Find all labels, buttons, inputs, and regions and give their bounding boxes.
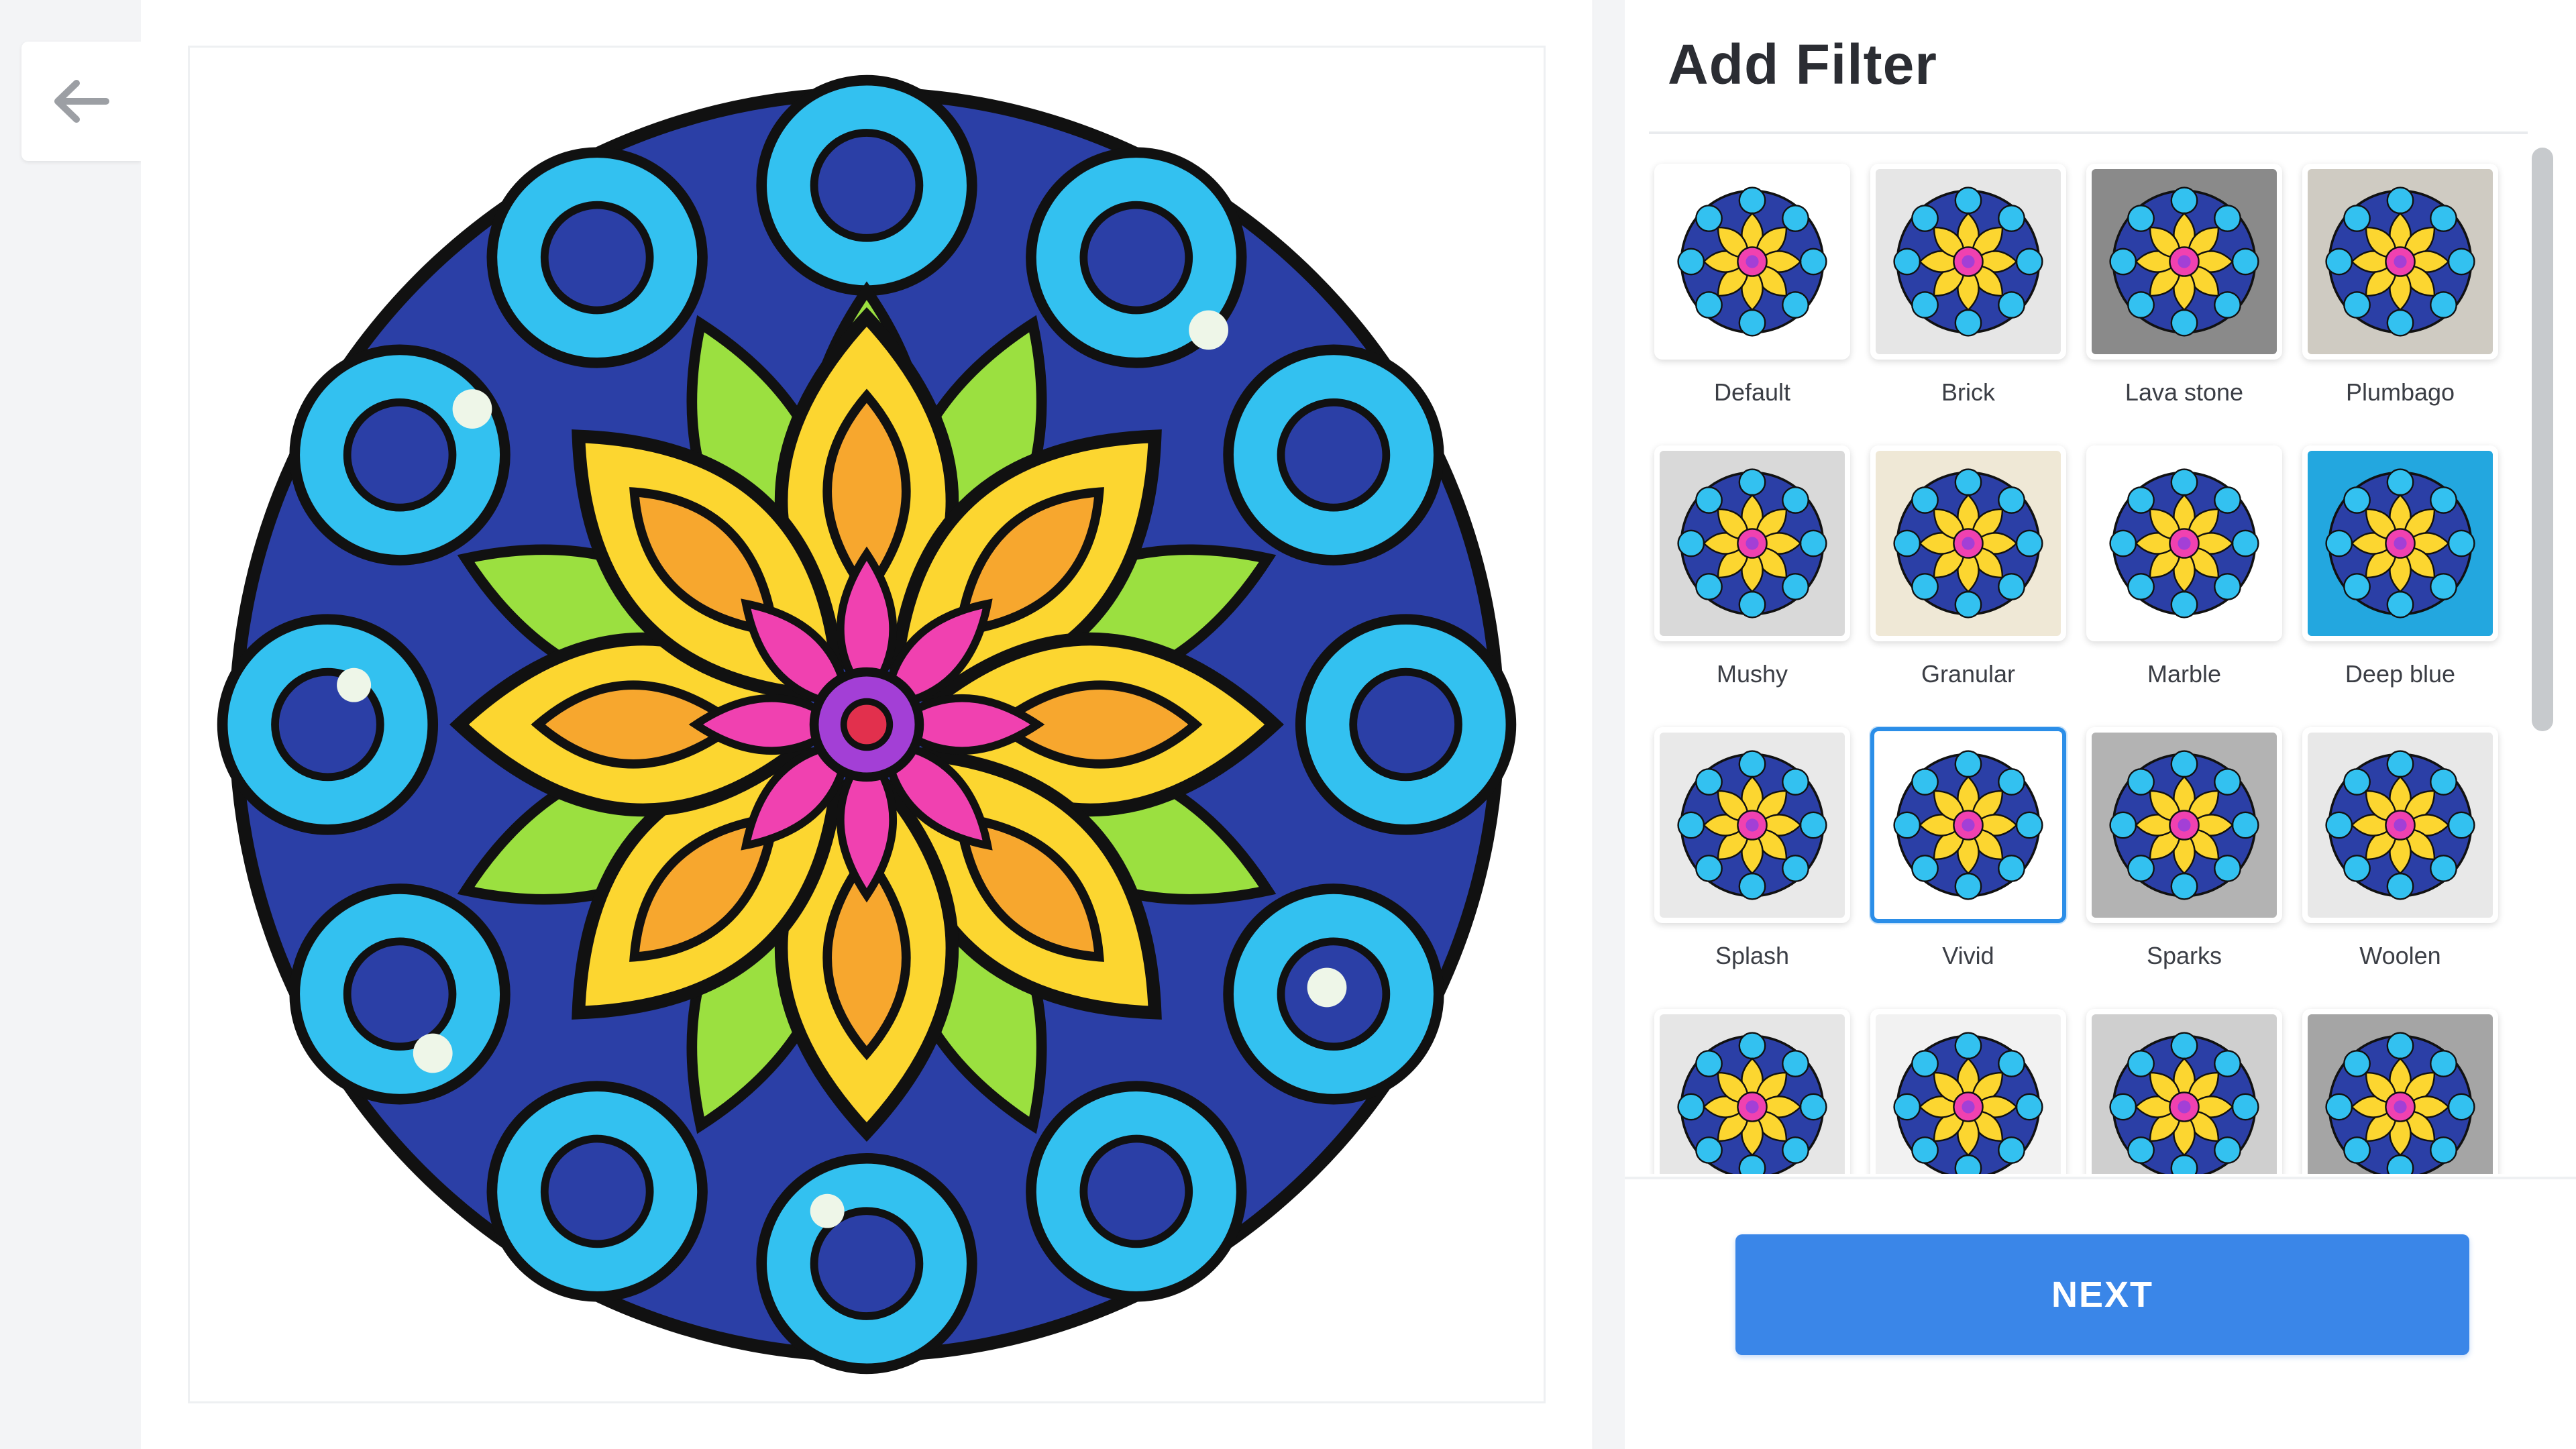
filter-preview-background [2092,1014,2277,1174]
filter-label: Splash [1715,942,1790,969]
filter-option-mushy[interactable]: Mushy [1654,445,1850,727]
filter-thumbnail[interactable] [2302,1009,2498,1174]
filter-option-brick[interactable]: Brick [1870,164,2066,445]
filter-thumbnail[interactable] [2086,164,2282,360]
filter-preview-background [1876,169,2061,354]
filter-preview-background [2092,733,2277,918]
footer-divider [1625,1177,2576,1179]
filter-label: Brick [1941,378,1995,406]
filter-preview-background [2308,1014,2493,1174]
filter-preview-image [1672,745,1833,906]
filter-preview-image [1888,463,2049,624]
filter-label: Sparks [2146,942,2222,969]
filter-thumbnail[interactable] [2086,445,2282,641]
filter-preview-image [2104,463,2265,624]
filter-thumbnail[interactable] [2302,164,2498,360]
filter-preview-background [2092,169,2277,354]
filter-preview-image [1888,745,2049,906]
filter-thumbnail[interactable] [2302,445,2498,641]
filter-label: Lava stone [2125,378,2244,406]
filter-label: Plumbago [2345,378,2455,406]
filter-preview-image [2104,745,2265,906]
filter-thumbnail[interactable] [2302,727,2498,923]
filter-label: Granular [1921,660,2016,688]
filter-option-filter-13[interactable] [1654,1009,1850,1174]
mandala-artwork [209,67,1524,1382]
filter-grid: Default Brick Lava stone Plumbago Mushy Granu… [1649,148,2528,1174]
filter-preview-image [2104,181,2265,342]
filter-preview-background [2308,169,2493,354]
filter-scrollbar[interactable] [2532,141,2553,1174]
filter-thumbnail[interactable] [1870,445,2066,641]
filter-label: Deep blue [2345,660,2456,688]
filter-option-splash[interactable]: Splash [1654,727,1850,1009]
filter-preview-image [1672,1026,1833,1174]
filter-label: Woolen [2359,942,2441,969]
artwork-canvas[interactable] [188,46,1546,1403]
filter-preview-background [1877,734,2059,916]
filter-preview-image [2320,463,2481,624]
filter-option-filter-15[interactable] [2086,1009,2282,1174]
filter-preview-image [1672,181,1833,342]
filter-label: Vivid [1942,942,1994,969]
filter-option-lava-stone[interactable]: Lava stone [2086,164,2282,445]
filter-preview-background [2092,451,2277,636]
filter-preview-background [1876,1014,2061,1174]
filter-preview-background [1660,451,1845,636]
filter-option-marble[interactable]: Marble [2086,445,2282,727]
filter-thumbnail[interactable] [1870,727,2066,923]
filter-option-filter-16[interactable] [2302,1009,2498,1174]
back-button[interactable] [21,42,141,161]
filter-preview-image [1888,181,2049,342]
filter-preview-background [1660,169,1845,354]
filter-preview-image [2320,181,2481,342]
filter-preview-background [1660,733,1845,918]
filter-preview-image [1888,1026,2049,1174]
filter-option-default[interactable]: Default [1654,164,1850,445]
filter-option-granular[interactable]: Granular [1870,445,2066,727]
filter-thumbnail[interactable] [1870,1009,2066,1174]
filter-option-filter-14[interactable] [1870,1009,2066,1174]
filter-option-deep-blue[interactable]: Deep blue [2302,445,2498,727]
filter-option-sparks[interactable]: Sparks [2086,727,2282,1009]
sidebar-title: Add Filter [1668,33,1937,96]
filter-preview-image [2104,1026,2265,1174]
editor-panel [141,0,1593,1449]
filter-thumbnail[interactable] [2086,1009,2282,1174]
filter-option-woolen[interactable]: Woolen [2302,727,2498,1009]
filter-preview-image [2320,1026,2481,1174]
filter-thumbnail[interactable] [1654,727,1850,923]
filter-option-plumbago[interactable]: Plumbago [2302,164,2498,445]
filter-preview-background [2308,451,2493,636]
filter-thumbnail[interactable] [1654,164,1850,360]
filter-thumbnail[interactable] [1654,1009,1850,1174]
filter-preview-background [2308,733,2493,918]
scrollbar-thumb[interactable] [2532,148,2553,731]
filter-label: Default [1713,378,1791,406]
filter-preview-image [1672,463,1833,624]
arrow-left-icon [54,80,109,123]
title-divider [1649,131,2528,134]
filter-preview-background [1660,1014,1845,1174]
next-button[interactable]: NEXT [1735,1234,2469,1355]
filter-preview-background [1876,451,2061,636]
filter-option-vivid[interactable]: Vivid [1870,727,2066,1009]
filter-list[interactable]: Default Brick Lava stone Plumbago Mushy Granu… [1649,148,2528,1174]
filter-thumbnail[interactable] [1870,164,2066,360]
filter-sidebar: Add Filter Default Brick Lava stone Plumbag… [1625,0,2576,1449]
filter-label: Mushy [1716,660,1788,688]
filter-label: Marble [2147,660,2222,688]
filter-thumbnail[interactable] [1654,445,1850,641]
filter-thumbnail[interactable] [2086,727,2282,923]
filter-preview-image [2320,745,2481,906]
